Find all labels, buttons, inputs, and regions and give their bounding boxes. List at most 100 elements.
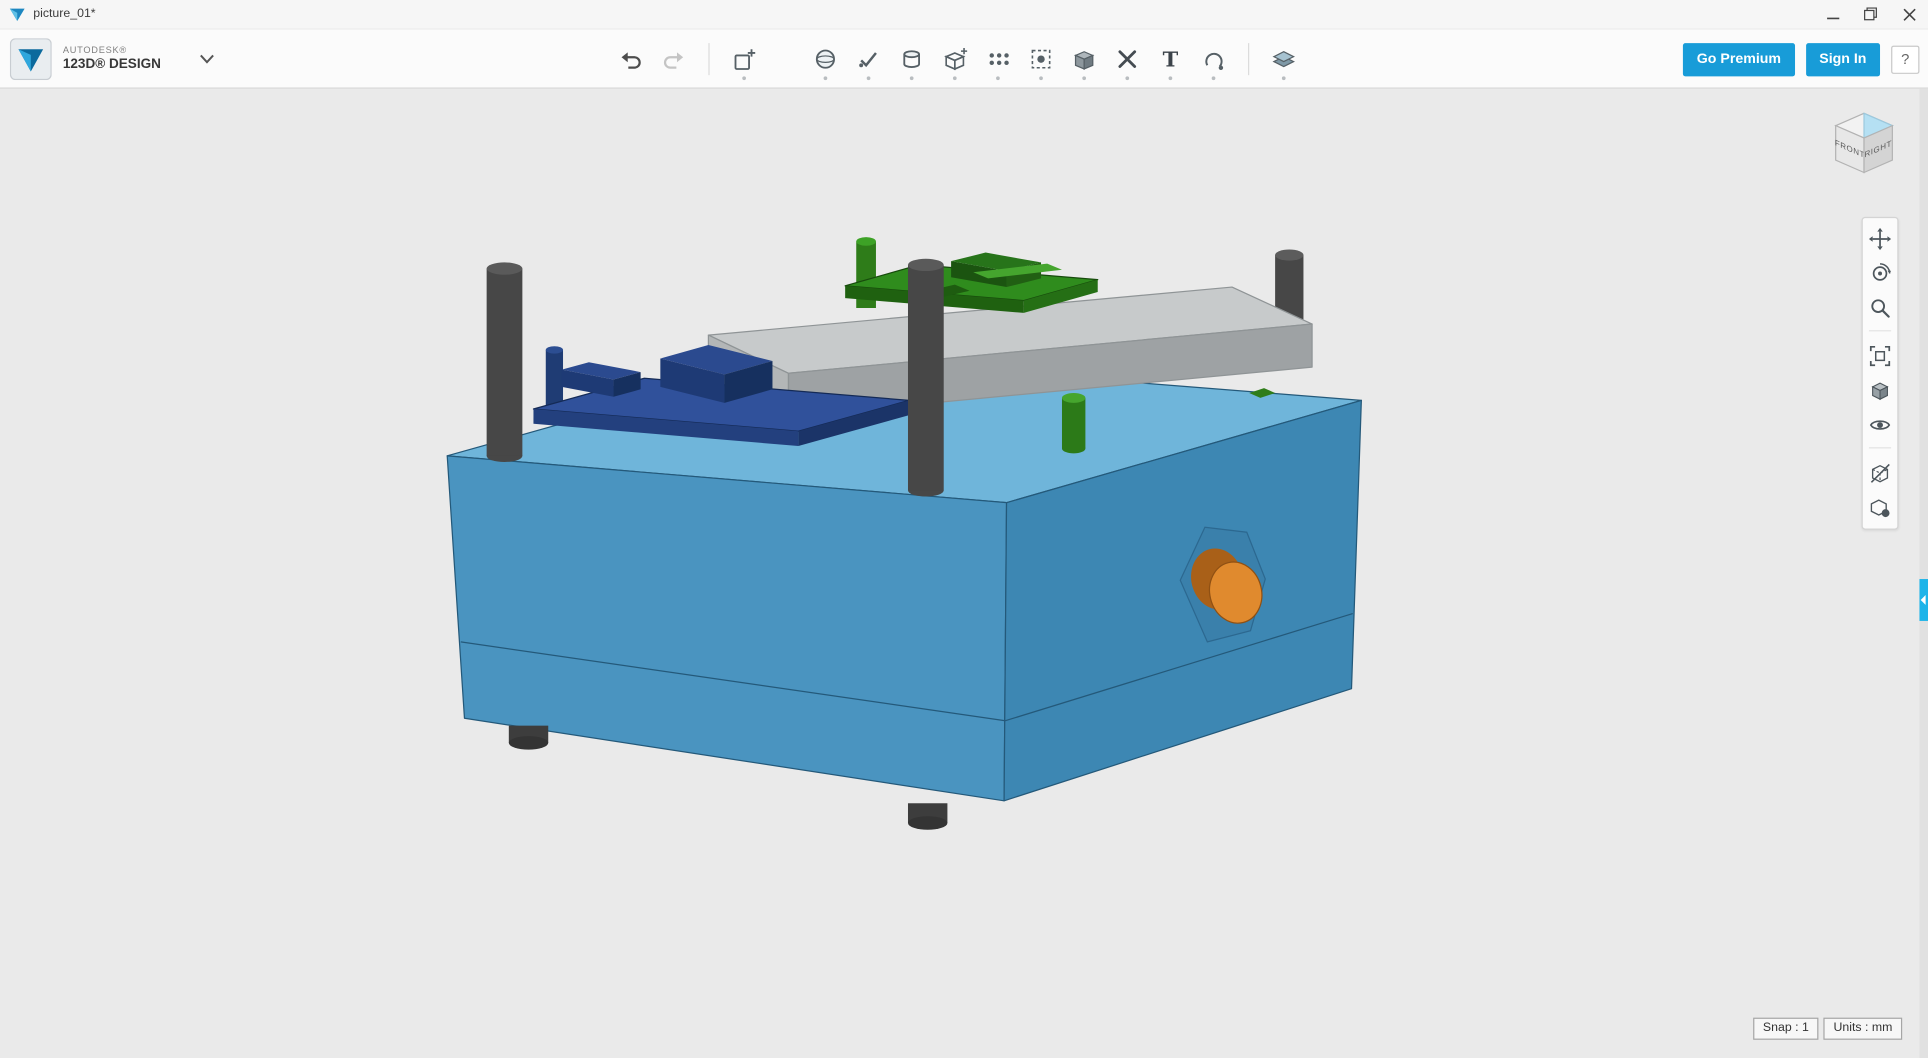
flyout-dot-icon — [1082, 76, 1086, 80]
nav-separator — [1869, 330, 1891, 337]
orbit-button[interactable] — [1865, 257, 1895, 289]
split-tool-button[interactable] — [1109, 37, 1146, 81]
zoom-button[interactable] — [1865, 292, 1895, 324]
status-bar: Snap : 1 Units : mm — [1753, 1018, 1902, 1040]
transform-tool-button[interactable] — [726, 37, 763, 81]
application-window: picture_01* — [0, 0, 1928, 1058]
brand-line1: AUTODESK® — [63, 46, 161, 57]
extrude-icon — [898, 46, 925, 73]
zoom-window-icon — [1869, 345, 1891, 367]
close-button[interactable] — [1890, 0, 1928, 28]
navigation-toolbar — [1862, 217, 1899, 530]
visibility-button[interactable] — [1865, 409, 1895, 441]
close-icon — [1903, 8, 1915, 20]
right-edge-rail[interactable] — [1919, 89, 1928, 1058]
hidden-edges-button[interactable] — [1865, 457, 1895, 489]
restore-icon — [1864, 7, 1878, 21]
flyout-dot-icon — [1039, 76, 1043, 80]
orbit-icon — [1869, 262, 1891, 284]
material-tool-button[interactable] — [1265, 37, 1302, 81]
units-setting[interactable]: Units : mm — [1824, 1018, 1903, 1040]
construct-tool-button[interactable] — [936, 37, 973, 81]
pan-button[interactable] — [1865, 223, 1895, 255]
panel-expand-tab[interactable] — [1919, 579, 1928, 621]
help-button[interactable]: ? — [1891, 45, 1919, 73]
restore-button[interactable] — [1852, 0, 1890, 28]
flyout-dot-icon — [996, 76, 1000, 80]
flyout-dot-icon — [824, 76, 828, 80]
sketch-tool-button[interactable] — [850, 37, 887, 81]
redo-icon — [660, 46, 687, 73]
green-cylinder-top — [1062, 393, 1085, 403]
primitives-icon — [812, 46, 839, 73]
flyout-dot-icon — [1169, 76, 1173, 80]
flyout-dot-icon — [742, 76, 746, 80]
visibility-icon — [1869, 414, 1891, 436]
undo-button[interactable] — [612, 37, 649, 81]
primitives-tool-button[interactable] — [807, 37, 844, 81]
titlebar: picture_01* — [0, 0, 1928, 30]
undo-icon — [617, 46, 644, 73]
tool-strip: T — [612, 30, 1302, 89]
green-cylinder[interactable] — [1062, 393, 1085, 453]
green-cylinder-bottom — [1062, 444, 1085, 454]
pan-icon — [1869, 228, 1891, 250]
tweak-icon — [1200, 46, 1227, 73]
split-icon — [1114, 46, 1141, 73]
blue-standoff[interactable] — [546, 350, 563, 407]
guide-post-left[interactable] — [487, 262, 523, 462]
minimize-button[interactable] — [1814, 0, 1852, 28]
green-pcb[interactable] — [845, 237, 1098, 313]
combine-tool-button[interactable] — [1066, 37, 1103, 81]
material-view-button[interactable] — [1865, 492, 1895, 524]
tweak-tool-button[interactable] — [1195, 37, 1232, 81]
green-cylinder-body[interactable] — [1062, 398, 1085, 449]
window-controls — [1814, 0, 1928, 28]
snap-setting[interactable]: Snap : 1 — [1753, 1018, 1819, 1040]
shaded-view-button[interactable] — [1865, 375, 1895, 407]
post-top — [908, 259, 944, 271]
post-top — [487, 262, 523, 274]
viewport[interactable]: FRONT RIGHT — [0, 89, 1928, 1058]
flyout-dot-icon — [953, 76, 957, 80]
snap-tool-button[interactable] — [1023, 37, 1060, 81]
text-tool-button[interactable]: T — [1152, 37, 1189, 81]
sketch-icon — [855, 46, 882, 73]
view-cube[interactable]: FRONT RIGHT — [1828, 106, 1899, 185]
transform-icon — [731, 46, 758, 73]
pattern-tool-button[interactable] — [979, 37, 1016, 81]
flyout-dot-icon — [910, 76, 914, 80]
material-view-icon — [1869, 496, 1891, 518]
go-premium-button[interactable]: Go Premium — [1683, 43, 1794, 76]
guide-post-center[interactable] — [908, 259, 944, 497]
app-menu-button[interactable]: AUTODESK® 123D® DESIGN — [10, 30, 214, 89]
pattern-icon — [984, 46, 1011, 73]
scene-canvas[interactable] — [0, 89, 1928, 1058]
green-standoff-top — [856, 237, 876, 246]
account-actions: Go Premium Sign In ? — [1683, 30, 1919, 89]
redo-button[interactable] — [655, 37, 692, 81]
post-body[interactable] — [487, 269, 523, 456]
zoom-icon — [1869, 297, 1891, 319]
post-body[interactable] — [908, 265, 944, 490]
foot-center[interactable] — [908, 803, 947, 829]
flyout-dot-icon — [1282, 76, 1286, 80]
zoom-window-button[interactable] — [1865, 340, 1895, 372]
extrude-tool-button[interactable] — [893, 37, 930, 81]
flyout-dot-icon — [1212, 76, 1216, 80]
sign-in-button[interactable]: Sign In — [1806, 43, 1880, 76]
app-logo-icon — [9, 7, 26, 22]
chevron-down-icon[interactable] — [199, 54, 214, 64]
document-title: picture_01* — [33, 7, 95, 21]
combine-icon — [1071, 46, 1098, 73]
minimize-icon — [1826, 8, 1838, 20]
foot-bottom — [509, 736, 548, 750]
brand-logo-icon — [10, 38, 52, 80]
blue-standoff-top — [546, 346, 563, 353]
flyout-dot-icon — [867, 76, 871, 80]
toolbar-separator — [1248, 43, 1249, 75]
main-toolbar: AUTODESK® 123D® DESIGN — [0, 30, 1928, 89]
foot-left[interactable] — [509, 726, 548, 750]
post-top — [1275, 249, 1303, 260]
flyout-dot-icon — [1125, 76, 1129, 80]
